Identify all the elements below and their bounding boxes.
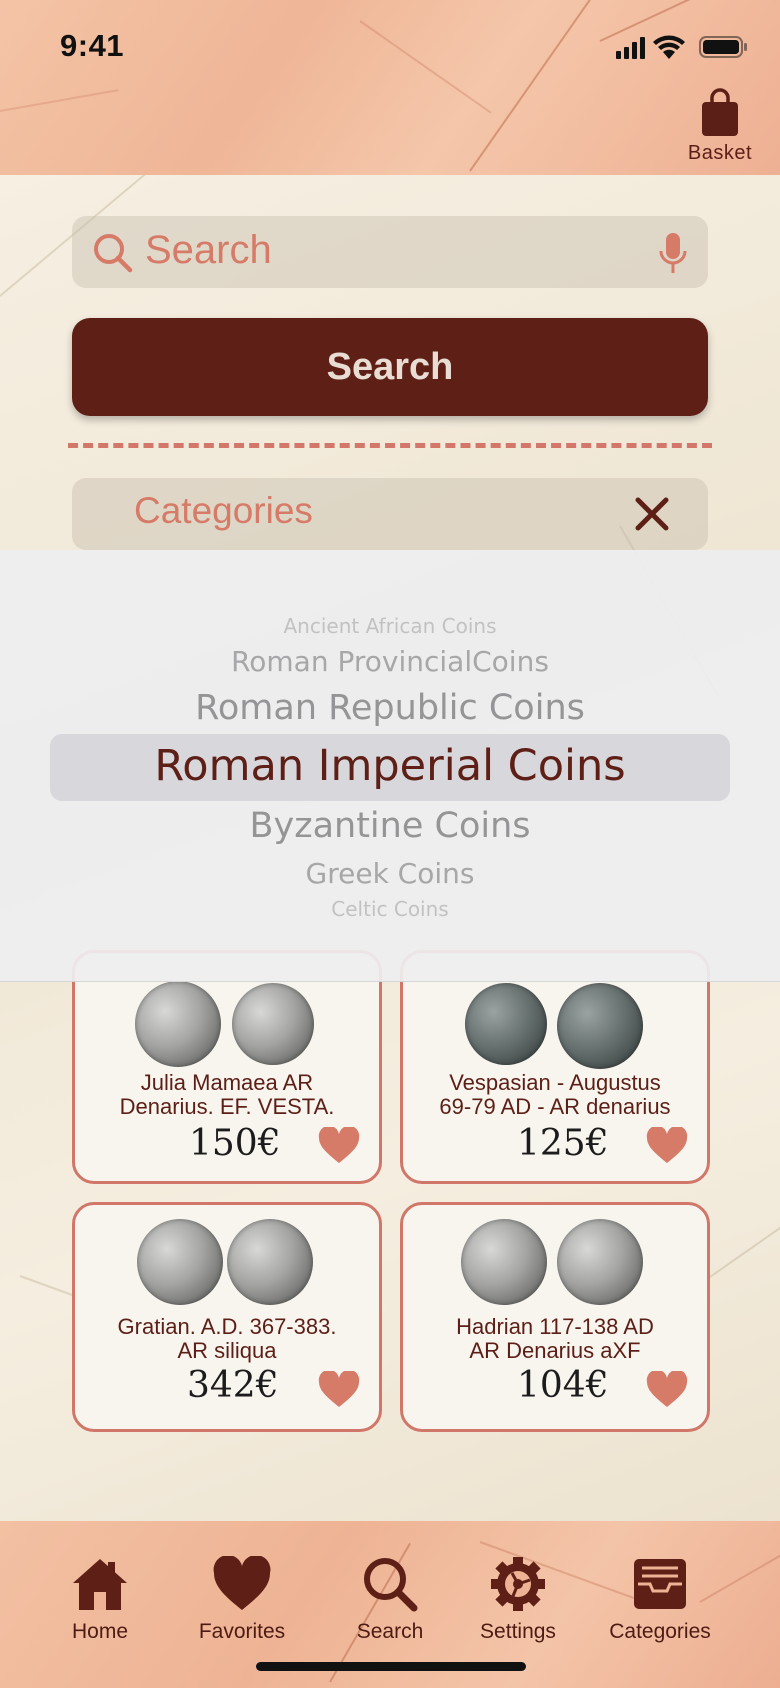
search-button[interactable]: Search [72, 318, 708, 416]
coin-image-obverse [461, 1219, 547, 1305]
categories-field[interactable]: Categories [72, 478, 708, 550]
search-icon [364, 1558, 418, 1612]
product-price: 104€ [517, 1365, 609, 1406]
search-input[interactable]: Search [72, 216, 708, 288]
tab-label: Search [356, 1620, 424, 1643]
battery-icon [699, 36, 747, 58]
favorite-heart-icon[interactable] [646, 1371, 688, 1409]
tab-favorites[interactable]: Favorites [194, 1555, 290, 1644]
close-icon[interactable] [634, 496, 670, 532]
tab-search[interactable]: Search [348, 1556, 432, 1644]
coin-image-obverse [465, 983, 547, 1065]
tray-icon [634, 1559, 686, 1609]
product-title: Vespasian - Augustus 69-79 AD - AR denari… [439, 1070, 671, 1119]
dashed-divider [68, 443, 712, 448]
coin-image-reverse [557, 1219, 643, 1305]
product-card[interactable]: Julia Mamaea AR Denarius. EF. VESTA. 150€ [72, 950, 382, 1184]
coin-image-reverse [557, 983, 643, 1069]
header-bar [0, 0, 780, 176]
picker-option[interactable]: Greek Coins [0, 857, 780, 890]
tab-home[interactable]: Home [62, 1556, 138, 1644]
picker-option-selected[interactable]: Roman Imperial Coins [0, 741, 780, 791]
picker-option[interactable]: Byzantine Coins [0, 806, 780, 846]
product-card[interactable]: Vespasian - Augustus 69-79 AD - AR denari… [400, 950, 710, 1184]
product-title: Hadrian 117-138 AD AR Denarius aXF [456, 1314, 654, 1363]
tab-label: Categories [609, 1620, 711, 1643]
signal-icon [616, 37, 645, 59]
picker-option[interactable]: Roman Republic Coins [0, 688, 780, 728]
picker-option[interactable]: Celtic Coins [0, 897, 780, 921]
home-indicator [256, 1662, 526, 1671]
basket-button[interactable]: Basket [684, 88, 756, 165]
favorite-heart-icon[interactable] [318, 1127, 360, 1165]
product-card[interactable]: Hadrian 117-138 AD AR Denarius aXF 104€ [400, 1202, 710, 1432]
picker-option[interactable]: Roman ProvincialCoins [0, 645, 780, 678]
product-price: 125€ [517, 1123, 609, 1164]
picker-option[interactable]: Ancient African Coins [0, 614, 780, 638]
wifi-icon [653, 35, 685, 59]
product-price: 150€ [189, 1123, 281, 1164]
tab-label: Home [71, 1620, 129, 1643]
coin-image-obverse [137, 1219, 223, 1305]
tab-label: Favorites [198, 1620, 286, 1643]
product-title: Gratian. A.D. 367-383. AR siliqua [117, 1314, 337, 1363]
product-price: 342€ [187, 1365, 279, 1406]
heart-icon [213, 1555, 271, 1610]
categories-label: Categories [134, 490, 313, 531]
coin-image-reverse [232, 983, 314, 1065]
favorite-heart-icon[interactable] [318, 1371, 360, 1409]
home-icon [73, 1559, 127, 1610]
tab-settings[interactable]: Settings [474, 1556, 562, 1644]
coin-image-reverse [227, 1219, 313, 1305]
basket-label: Basket [687, 142, 753, 164]
microphone-icon[interactable] [658, 231, 688, 277]
bag-icon [702, 88, 738, 136]
search-icon [94, 234, 133, 273]
gear-icon [491, 1557, 545, 1611]
tab-categories[interactable]: Categories [604, 1556, 716, 1644]
tab-label: Settings [480, 1620, 556, 1643]
status-icons [616, 35, 747, 59]
product-title: Julia Mamaea AR Denarius. EF. VESTA. [119, 1070, 335, 1119]
coin-image-obverse [135, 981, 221, 1067]
product-card[interactable]: Gratian. A.D. 367-383. AR siliqua 342€ [72, 1202, 382, 1432]
search-placeholder: Search [145, 228, 272, 272]
favorite-heart-icon[interactable] [646, 1127, 688, 1165]
status-time: 9:41 [60, 28, 125, 63]
